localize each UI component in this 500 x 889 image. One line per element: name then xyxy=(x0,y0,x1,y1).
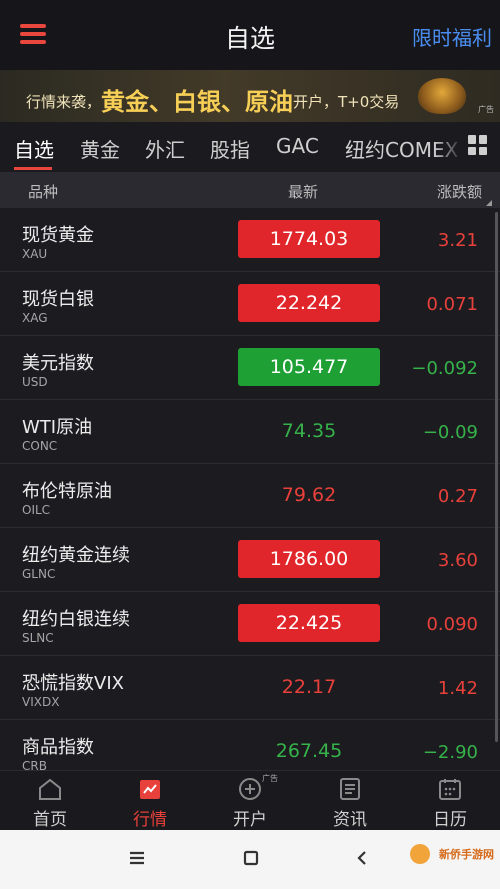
quote-row[interactable]: 商品指数 CRB 267.45 −2.90 xyxy=(0,720,500,770)
quote-name: 现货白银 xyxy=(22,289,94,310)
quote-row[interactable]: 纽约黄金连续 GLNC 1786.00 3.60 xyxy=(0,528,500,592)
bottom-nav: 首页 行情 广告 开户 资讯 日历 xyxy=(0,770,500,830)
quote-price: 1774.03 xyxy=(238,220,380,258)
active-tab-indicator xyxy=(14,167,52,170)
nav-ad-tag: 广告 xyxy=(262,774,278,783)
nav-label: 资讯 xyxy=(333,810,367,830)
tab-gac[interactable]: GAC xyxy=(276,134,319,158)
quote-code: SLNC xyxy=(22,631,54,645)
quote-name: 美元指数 xyxy=(22,353,94,374)
quote-row[interactable]: 布伦特原油 OILC 79.62 0.27 xyxy=(0,464,500,528)
recent-apps-icon[interactable] xyxy=(128,848,146,868)
home-square-icon[interactable] xyxy=(241,848,261,868)
nav-label: 行情 xyxy=(133,810,167,830)
quote-name: 现货黄金 xyxy=(22,225,94,246)
quote-change: −2.90 xyxy=(422,742,478,763)
quote-code: VIXDX xyxy=(22,695,60,709)
back-icon[interactable] xyxy=(354,848,370,868)
banner-image xyxy=(418,78,466,114)
system-nav-bar: 新侨手游网 xyxy=(0,830,500,889)
tab-index[interactable]: 股指 xyxy=(210,134,250,163)
quote-row[interactable]: 现货白银 XAG 22.242 0.071 xyxy=(0,272,500,336)
column-change[interactable]: 涨跌额 xyxy=(437,181,482,202)
quote-change: 0.071 xyxy=(426,294,478,315)
tab-gold[interactable]: 黄金 xyxy=(80,134,120,163)
tab-watchlist[interactable]: 自选 xyxy=(14,134,54,163)
quote-name: 纽约黄金连续 xyxy=(22,545,130,566)
quote-name: WTI原油 xyxy=(22,417,93,438)
quote-code: XAG xyxy=(22,311,48,325)
quote-price: 105.477 xyxy=(238,348,380,386)
quote-change: 3.60 xyxy=(437,550,478,571)
quote-row[interactable]: 现货黄金 XAU 1774.03 3.21 xyxy=(0,208,500,272)
quote-name: 商品指数 xyxy=(22,737,94,758)
quote-list: 现货黄金 XAU 1774.03 3.21 现货白银 XAG 22.242 0.… xyxy=(0,208,500,770)
list-scrollbar[interactable] xyxy=(495,212,498,742)
quote-name: 恐慌指数VIX xyxy=(22,673,124,694)
nav-market[interactable]: 行情 xyxy=(100,771,200,831)
nav-open-account[interactable]: 广告 开户 xyxy=(200,771,300,831)
nav-home[interactable]: 首页 xyxy=(0,771,100,831)
quote-price: 79.62 xyxy=(281,484,337,506)
plus-circle-icon xyxy=(239,778,261,800)
column-header: 品种 最新 涨跌额 xyxy=(0,172,500,208)
ad-banner[interactable]: 行情来袭，黄金、白银、原油开户，T+0交易 广告 xyxy=(0,70,500,122)
quote-change: 0.090 xyxy=(426,614,478,635)
nav-label: 开户 xyxy=(233,810,267,830)
quote-code: CRB xyxy=(22,759,47,770)
category-tabs: 自选 黄金 外汇 股指 GAC 纽约COMEX xyxy=(0,122,500,172)
quote-code: XAU xyxy=(22,247,48,261)
quote-change: −0.092 xyxy=(411,358,478,379)
quote-price: 22.17 xyxy=(281,676,337,698)
grid-menu-icon[interactable] xyxy=(468,135,488,155)
calendar-icon xyxy=(439,779,461,800)
quote-name: 纽约白银连续 xyxy=(22,609,130,630)
promo-link[interactable]: 限时福利 xyxy=(412,22,492,51)
quote-code: CONC xyxy=(22,439,58,453)
quote-price: 267.45 xyxy=(275,740,343,762)
ad-tag: 广告 xyxy=(478,105,494,114)
quote-row[interactable]: 恐慌指数VIX VIXDX 22.17 1.42 xyxy=(0,656,500,720)
quote-change: 0.27 xyxy=(437,486,478,507)
quote-change: −0.09 xyxy=(422,422,478,443)
quote-code: GLNC xyxy=(22,567,56,581)
quote-name: 布伦特原油 xyxy=(22,481,112,502)
sort-indicator-icon xyxy=(486,200,492,206)
quote-row[interactable]: WTI原油 CONC 74.35 −0.09 xyxy=(0,400,500,464)
nav-news[interactable]: 资讯 xyxy=(300,771,400,831)
watermark: 新侨手游网 xyxy=(439,848,494,861)
home-icon xyxy=(39,778,61,800)
quote-code: OILC xyxy=(22,503,51,517)
tab-forex[interactable]: 外汇 xyxy=(145,134,185,163)
quote-change: 1.42 xyxy=(437,678,478,699)
quote-price: 1786.00 xyxy=(238,540,380,578)
tabs-fade xyxy=(434,122,464,172)
column-name: 品种 xyxy=(28,183,59,201)
nav-calendar[interactable]: 日历 xyxy=(400,771,500,831)
column-latest[interactable]: 最新 xyxy=(288,181,318,202)
quote-price: 74.35 xyxy=(281,420,337,442)
quote-change: 3.21 xyxy=(437,230,478,251)
quote-row[interactable]: 美元指数 USD 105.477 −0.092 xyxy=(0,336,500,400)
quote-code: USD xyxy=(22,375,48,389)
news-icon xyxy=(340,778,360,800)
nav-label: 首页 xyxy=(33,810,67,830)
quote-row[interactable]: 纽约白银连续 SLNC 22.425 0.090 xyxy=(0,592,500,656)
banner-text: 行情来袭，黄金、白银、原油开户，T+0交易 xyxy=(26,88,400,116)
watermark-logo xyxy=(410,844,430,864)
quote-price: 22.425 xyxy=(238,604,380,642)
chart-icon xyxy=(140,780,160,799)
top-bar: 自选 限时福利 xyxy=(0,0,500,70)
nav-label: 日历 xyxy=(433,810,467,830)
quote-price: 22.242 xyxy=(238,284,380,322)
